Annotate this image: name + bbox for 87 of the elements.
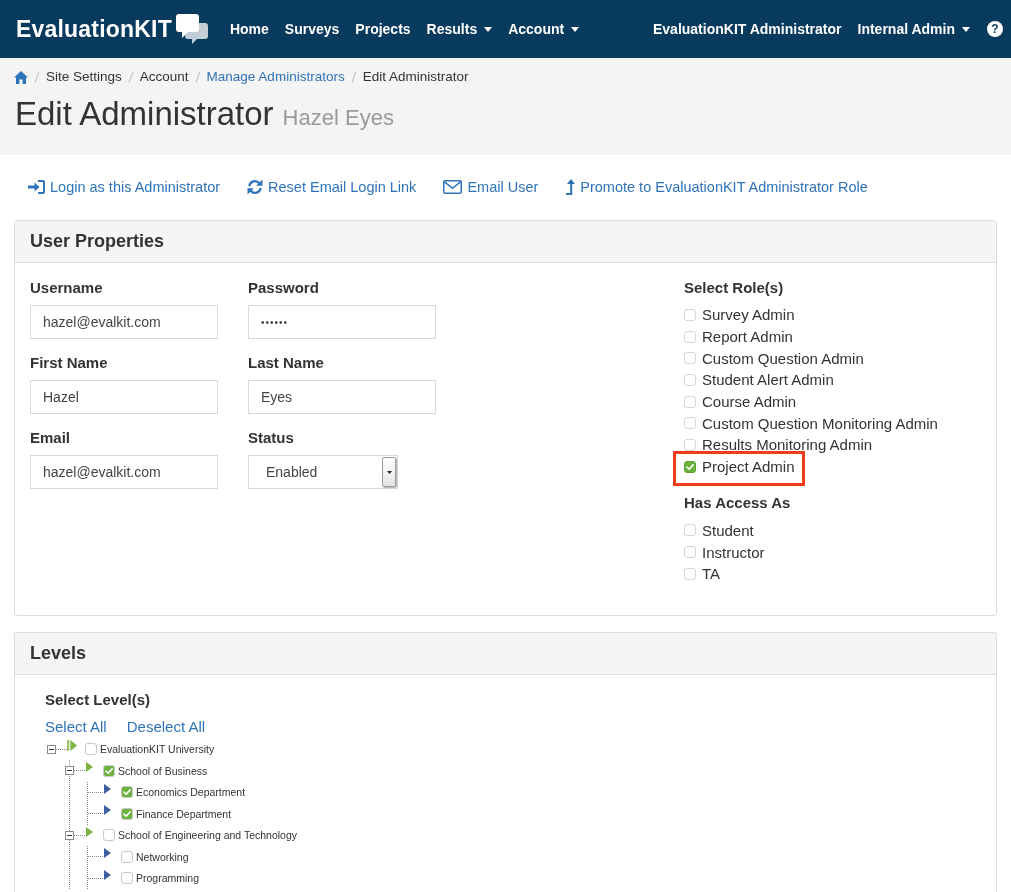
action-link[interactable]: Email User <box>443 177 539 197</box>
breadcrumb-link[interactable]: Manage Administrators <box>206 67 345 87</box>
checkbox-label: Custom Question Monitoring Admin <box>702 414 938 432</box>
logo[interactable]: EvaluationKIT <box>16 15 172 43</box>
triangle-icon <box>104 783 111 794</box>
checkbox-label: Project Admin <box>702 458 795 476</box>
collapse-icon[interactable] <box>47 744 56 754</box>
nav-dropdown[interactable]: Results <box>418 19 501 39</box>
action-link[interactable]: Reset Email Login Link <box>247 177 417 197</box>
panel-heading: Levels <box>15 632 996 675</box>
caret-icon <box>962 26 970 32</box>
chat-bubbles-icon <box>175 13 208 45</box>
text-field[interactable]: hazel@evalkit.com <box>30 455 218 489</box>
field-label: First Name <box>30 353 109 373</box>
checkbox[interactable] <box>85 743 97 756</box>
triangle-icon <box>104 869 111 880</box>
triangle-icon <box>104 848 111 859</box>
refresh-icon <box>247 179 264 195</box>
checkbox-label: Survey Admin <box>702 306 795 324</box>
action-link[interactable]: Promote to EvaluationKIT Administrator Role <box>565 177 868 197</box>
help-icon[interactable]: ? <box>987 21 1003 37</box>
tree-item-label: EvaluationKIT University <box>100 742 215 757</box>
checkbox[interactable] <box>103 764 115 777</box>
field-label: Email <box>30 428 72 448</box>
triangle-icon <box>86 826 93 837</box>
checkbox-label: Student Alert Admin <box>702 371 834 389</box>
tree-item-label: Programming <box>136 871 200 886</box>
action-link[interactable]: Login as this Administrator <box>28 177 221 197</box>
field-label: Password <box>248 278 320 298</box>
checkbox-label: Course Admin <box>702 393 797 411</box>
nav-link[interactable]: Projects <box>347 19 419 39</box>
level-up-arrow-icon <box>565 179 576 195</box>
nav-link[interactable]: Home <box>221 19 277 39</box>
checkbox-label: Student <box>702 521 754 539</box>
checkbox-label: Instructor <box>702 543 765 561</box>
text-link[interactable]: Select All <box>45 716 107 737</box>
tree-item-label: School of Business <box>118 763 208 778</box>
triangle-icon <box>104 805 111 816</box>
tree-item-label: Networking <box>136 849 189 864</box>
section-label: Has Access As <box>684 492 792 513</box>
tree-item-label: Finance Department <box>136 806 232 821</box>
tree-item-label: School of Engineering and Technology <box>118 828 298 843</box>
dropdown-select[interactable]: Enabled <box>248 455 398 489</box>
page-subtitle: Hazel Eyes <box>282 104 394 132</box>
text-link[interactable]: Deselect All <box>126 716 206 737</box>
field-label: Status <box>248 428 295 448</box>
nav-dropdown[interactable]: Account <box>500 19 588 39</box>
checkbox[interactable] <box>121 786 133 799</box>
triangle-icon <box>86 762 93 773</box>
tree-item-label: Economics Department <box>136 785 246 800</box>
checkbox[interactable] <box>684 460 696 473</box>
slash-icon <box>127 71 134 83</box>
caret-icon <box>571 26 580 32</box>
checkbox[interactable] <box>121 850 133 863</box>
checkbox-label: Custom Question Admin <box>702 349 864 367</box>
checkbox[interactable] <box>121 807 133 820</box>
checkbox-label: Results Monitoring Admin <box>702 436 873 454</box>
collapse-icon[interactable] <box>65 766 74 776</box>
breadcrumb-item: Account <box>139 68 189 86</box>
checkbox[interactable] <box>103 829 115 842</box>
nav-link[interactable]: EvaluationKIT Administrator <box>645 19 850 39</box>
page-title: Edit Administrator <box>15 95 274 133</box>
section-label: Select Role(s) <box>684 278 785 298</box>
caret-icon <box>484 26 493 32</box>
text-field[interactable]: hazel@evalkit.com <box>30 305 218 339</box>
checkbox[interactable] <box>121 872 133 885</box>
password-field[interactable]: •••••• <box>248 305 436 339</box>
sign-in-icon <box>28 180 45 194</box>
text-field[interactable]: Hazel <box>30 380 218 414</box>
slash-icon <box>350 71 357 83</box>
section-label: Select Level(s) <box>45 689 152 710</box>
checkbox-label: TA <box>702 565 721 583</box>
home-icon[interactable] <box>14 70 28 84</box>
collapse-icon[interactable] <box>65 830 74 840</box>
field-label: Last Name <box>248 353 325 373</box>
bar-triangle-icon <box>67 740 77 752</box>
nav-dropdown[interactable]: Internal Admin <box>849 19 978 39</box>
checkbox-label: Report Admin <box>702 328 793 346</box>
breadcrumb-item: Edit Administrator <box>362 68 469 86</box>
slash-icon <box>34 71 40 83</box>
breadcrumb-item: Site Settings <box>46 68 122 86</box>
panel-heading: User Properties <box>15 221 996 263</box>
envelope-icon <box>443 180 463 194</box>
nav-link[interactable]: Surveys <box>276 19 348 39</box>
field-label: Username <box>30 278 104 298</box>
text-field[interactable]: Eyes <box>248 380 436 414</box>
slash-icon <box>194 71 201 83</box>
